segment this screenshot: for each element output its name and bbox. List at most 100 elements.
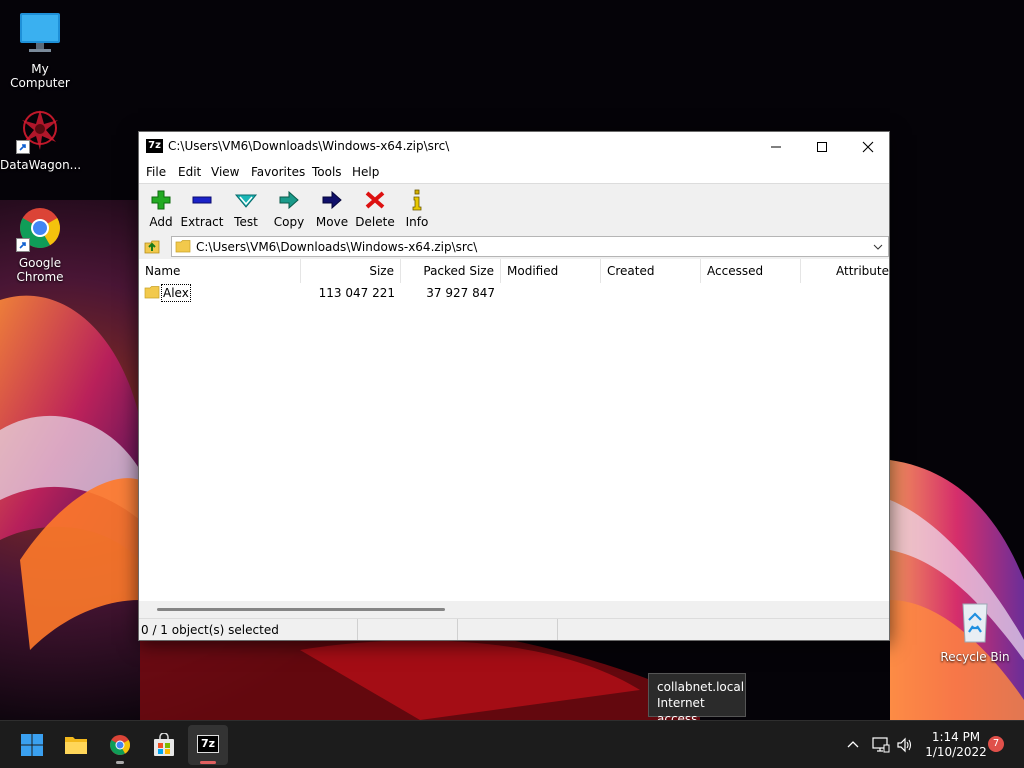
maximize-icon [817,142,827,152]
info-label: Info [405,215,429,229]
address-path: C:\Users\VM6\Downloads\Windows-x64.zip\s… [196,240,478,254]
menu-file[interactable]: File [146,165,166,179]
clock-date: 1/10/2022 [925,745,987,759]
delete-icon [365,191,385,209]
volume-icon[interactable] [896,737,914,753]
taskbar: 7z 1:14 PM 1/10/2022 [0,720,1024,768]
folder-icon [175,240,191,253]
taskbar-chrome[interactable] [100,725,140,765]
add-label: Add [149,215,173,229]
tooltip-network-name: collabnet.local [657,680,745,694]
menu-view[interactable]: View [211,165,239,179]
info-icon [412,189,422,211]
network-tooltip: collabnet.local Internet access [648,673,746,726]
close-icon [862,141,874,153]
test-icon [234,194,258,208]
file-size: 113 047 221 [318,286,395,300]
menu-favorites[interactable]: Favorites [251,165,305,179]
desktop-icon-label: Recycle Bin [940,650,1010,664]
horizontal-scrollbar[interactable] [139,601,889,618]
delete-label: Delete [355,215,395,229]
desktop-icon-label: My Computer [10,62,70,90]
minimize-icon [771,146,781,148]
add-icon [151,190,171,210]
recycle-bin-icon [951,598,999,646]
desktop-icon-recycle-bin[interactable]: Recycle Bin [935,598,1015,664]
desktop-icon-label: DataWagon... [0,158,82,172]
copy-label: Copy [273,215,305,229]
add-button[interactable]: Add [139,186,183,232]
taskbar-clock[interactable]: 1:14 PM 1/10/2022 [918,730,994,760]
move-icon [322,190,342,210]
column-attributes[interactable]: Attribute [801,259,889,283]
table-row[interactable]: Alex 113 047 221 37 927 847 [139,283,889,303]
store-icon [154,733,174,756]
shortcut-arrow-icon [16,238,30,252]
taskbar-file-explorer[interactable] [56,725,96,765]
delete-button[interactable]: Delete [353,186,397,232]
status-bar: 0 / 1 object(s) selected [139,618,889,640]
file-packed-size: 37 927 847 [426,286,495,300]
monitor-icon [16,10,64,58]
desktop-icon-my-computer[interactable]: My Computer [0,10,80,90]
desktop-icon-label: Google Chrome [16,256,64,284]
window-title: C:\Users\VM6\Downloads\Windows-x64.zip\s… [168,139,450,153]
copy-button[interactable]: Copy [267,186,311,232]
title-bar[interactable]: 7z C:\Users\VM6\Downloads\Windows-x64.zi… [139,132,889,162]
notification-badge[interactable]: 7 [988,736,1004,752]
up-folder-button[interactable] [143,236,163,256]
address-dropdown-button[interactable] [870,238,886,255]
menu-bar: File Edit View Favorites Tools Help [139,162,889,183]
column-header: Name Size Packed Size Modified Created A… [139,259,889,283]
info-button[interactable]: Info [395,186,439,232]
network-icon[interactable] [872,737,890,753]
chevron-up-icon[interactable] [846,738,860,752]
active-indicator [200,761,216,764]
sevenzip-app-icon: 7z [146,139,163,153]
clock-time: 1:14 PM [931,730,981,744]
start-button[interactable] [12,725,52,765]
address-field[interactable]: C:\Users\VM6\Downloads\Windows-x64.zip\s… [171,236,889,257]
taskbar-store[interactable] [144,725,184,765]
maximize-button[interactable] [799,132,845,162]
column-created[interactable]: Created [601,259,701,283]
desktop-icon-datawagon[interactable]: DataWagon... [0,106,82,172]
column-name[interactable]: Name [139,259,301,283]
file-name[interactable]: Alex [161,284,191,302]
chrome-icon [16,204,64,252]
datawagon-logo-icon [16,106,64,154]
running-indicator [116,761,124,764]
test-button[interactable]: Test [224,186,268,232]
move-button[interactable]: Move [310,186,354,232]
column-modified[interactable]: Modified [501,259,601,283]
chevron-down-icon [873,244,883,250]
menu-tools[interactable]: Tools [312,165,342,179]
copy-icon [279,190,299,210]
menu-edit[interactable]: Edit [178,165,201,179]
address-bar: C:\Users\VM6\Downloads\Windows-x64.zip\s… [139,233,889,259]
minimize-button[interactable] [753,132,799,162]
chrome-icon [110,735,130,755]
column-packed-size[interactable]: Packed Size [401,259,501,283]
close-button[interactable] [845,132,891,162]
extract-button[interactable]: Extract [180,186,224,232]
taskbar-7zip[interactable]: 7z [188,725,228,765]
extract-icon [192,196,212,204]
file-list[interactable]: Name Size Packed Size Modified Created A… [139,259,889,601]
folder-icon [144,286,160,299]
windows-logo-icon [21,734,43,756]
extract-label: Extract [180,215,224,229]
scrollbar-thumb[interactable] [157,608,445,611]
toolbar: Add Extract Test Copy Move Delete Info [139,183,889,233]
shortcut-arrow-icon [16,140,30,154]
menu-help[interactable]: Help [352,165,379,179]
desktop-icon-google-chrome[interactable]: Google Chrome [0,204,80,284]
selection-status: 0 / 1 object(s) selected [141,623,279,637]
system-tray [836,721,916,768]
sevenzip-app-icon: 7z [197,735,219,753]
column-accessed[interactable]: Accessed [701,259,801,283]
move-label: Move [315,215,349,229]
sevenzip-window[interactable]: 7z C:\Users\VM6\Downloads\Windows-x64.zi… [138,131,890,641]
column-size[interactable]: Size [301,259,401,283]
up-folder-icon [144,240,160,254]
